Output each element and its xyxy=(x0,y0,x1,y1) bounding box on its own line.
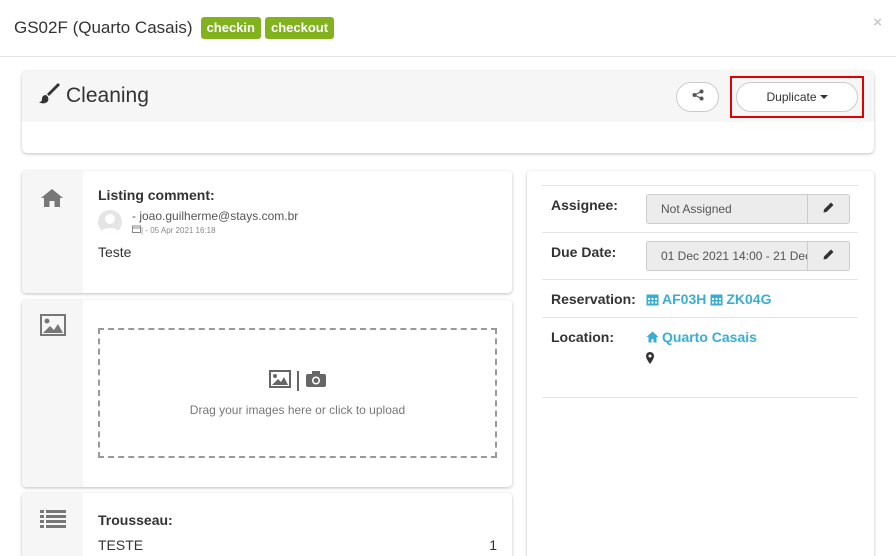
location-link[interactable]: Quarto Casais xyxy=(646,329,761,345)
location-label: Location: xyxy=(551,329,614,345)
trousseau-body: Trousseau: TESTE 1 xyxy=(98,493,497,556)
reservation-link-af03h[interactable]: AF03H xyxy=(646,291,706,307)
modal-title: GS02F (Quarto Casais) xyxy=(14,18,193,37)
caret-down-icon xyxy=(819,95,828,99)
avatar xyxy=(98,210,122,234)
share-button[interactable] xyxy=(676,82,719,112)
dropzone-icons xyxy=(268,369,327,393)
location-link-content: Quarto Casais xyxy=(646,329,757,345)
comment-meta-text: | - 05 Apr 2021 16:18 xyxy=(141,225,216,235)
image-upload-panel: Drag your images here or click to upload xyxy=(22,300,512,487)
reservation-links: AF03H ZK04G xyxy=(646,291,775,307)
duplicate-label: Duplicate xyxy=(766,90,817,104)
task-title: Cleaning xyxy=(38,82,149,109)
panel-sidebar xyxy=(22,493,83,556)
camera-icon xyxy=(305,370,327,393)
listing-comment-panel: Listing comment: - joao.guilherme@stays.… xyxy=(22,171,512,293)
reservation-link-zk04g[interactable]: ZK04G xyxy=(710,291,771,307)
divider xyxy=(296,371,299,391)
trousseau-panel: Trousseau: TESTE 1 xyxy=(22,493,512,556)
divider xyxy=(542,279,858,280)
trousseau-heading: Trousseau: xyxy=(98,512,173,528)
divider xyxy=(542,317,858,318)
modal-header: GS02F (Quarto Casais) checkin checkout × xyxy=(0,0,896,57)
paintbrush-icon xyxy=(38,82,60,109)
image-dropzone[interactable]: Drag your images here or click to upload xyxy=(98,328,497,458)
divider xyxy=(542,232,858,233)
picture-icon xyxy=(268,369,291,393)
duplicate-button[interactable]: Duplicate xyxy=(736,82,858,112)
map-marker-icon xyxy=(646,351,654,369)
listing-comment-heading: Listing comment: xyxy=(98,187,215,203)
assignee-field: Not Assigned xyxy=(646,194,850,224)
pencil-icon xyxy=(823,200,834,218)
share-icon xyxy=(692,88,704,106)
due-date-input[interactable]: 01 Dec 2021 14:00 - 21 Dec 2021 11:00 xyxy=(646,241,808,271)
task-title-text: Cleaning xyxy=(66,83,149,107)
reservation-code: AF03H xyxy=(662,291,707,307)
list-item: TESTE 1 xyxy=(98,537,497,553)
due-date-field: 01 Dec 2021 14:00 - 21 Dec 2021 11:00 xyxy=(646,241,850,271)
checkin-badge: checkin xyxy=(200,17,261,39)
assignee-label: Assignee: xyxy=(551,197,618,213)
close-button[interactable]: × xyxy=(873,14,882,31)
dropzone-text: Drag your images here or click to upload xyxy=(189,402,406,417)
divider xyxy=(542,185,858,186)
comment-text: Teste xyxy=(98,244,132,260)
assignee-input[interactable]: Not Assigned xyxy=(646,194,808,224)
calendar-icon xyxy=(710,294,723,305)
home-icon xyxy=(40,188,64,213)
panel-sidebar xyxy=(22,171,83,293)
trousseau-item-qty: 1 xyxy=(489,537,497,553)
image-icon xyxy=(40,314,66,341)
panel-sidebar xyxy=(22,300,83,487)
edit-due-date-button[interactable] xyxy=(808,241,850,271)
divider xyxy=(542,397,858,398)
location-name: Quarto Casais xyxy=(662,329,757,345)
task-card-header: Cleaning Duplicate xyxy=(22,71,874,122)
comment-meta: | - 05 Apr 2021 16:18 xyxy=(132,225,216,235)
reservation-label: Reservation: xyxy=(551,291,636,307)
checkout-badge: checkout xyxy=(264,17,335,39)
trousseau-item-name: TESTE xyxy=(98,537,144,553)
comment-author: - joao.guilherme@stays.com.br xyxy=(132,209,299,223)
list-icon xyxy=(40,509,66,534)
comment-body: Listing comment: - joao.guilherme@stays.… xyxy=(98,171,497,293)
details-panel: Assignee: Not Assigned Due Date: 01 Dec … xyxy=(527,171,874,556)
task-card: Cleaning Duplicate xyxy=(22,71,874,153)
reservation-code: ZK04G xyxy=(726,291,772,307)
calendar-icon xyxy=(132,225,141,235)
edit-assignee-button[interactable] xyxy=(808,194,850,224)
calendar-icon xyxy=(646,294,659,305)
pencil-icon xyxy=(823,247,834,265)
due-date-label: Due Date: xyxy=(551,244,617,260)
home-icon xyxy=(646,331,659,343)
